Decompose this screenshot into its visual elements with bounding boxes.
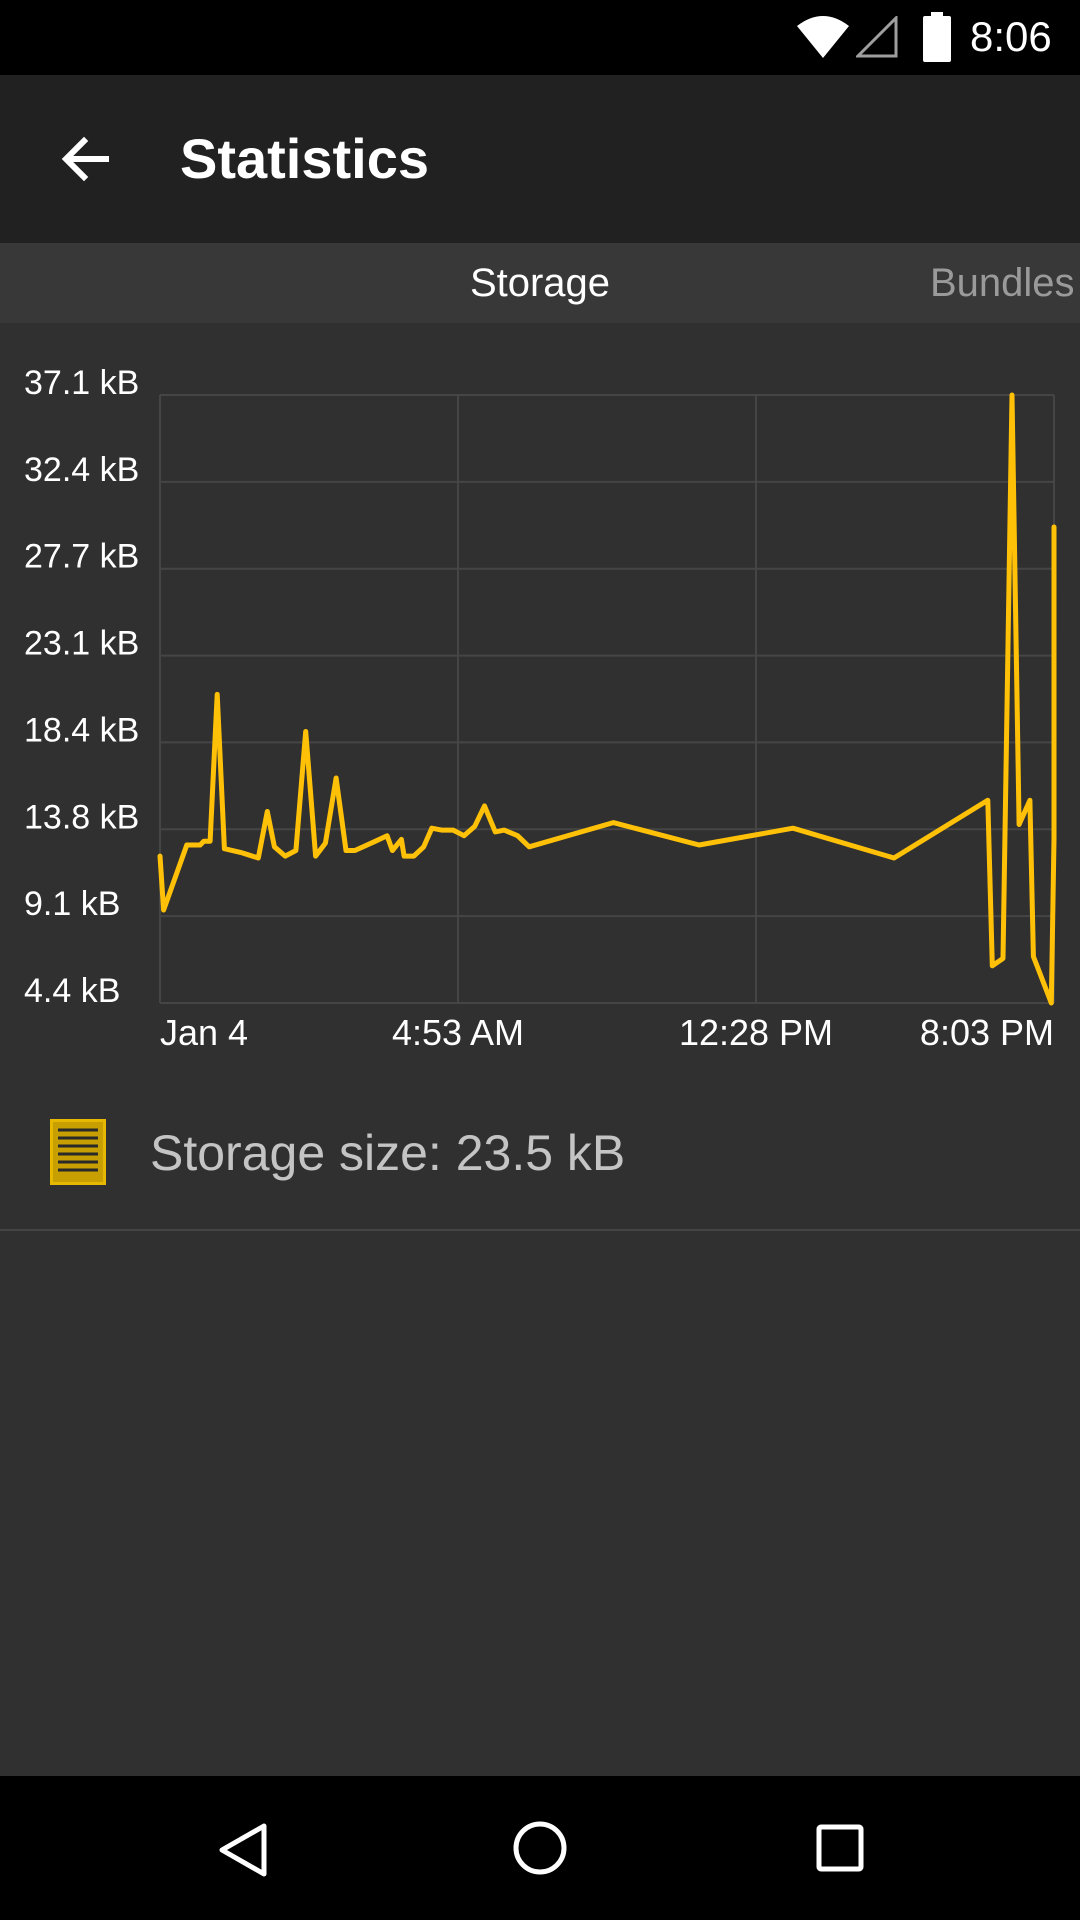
y-tick-label: 27.7 kB — [24, 538, 139, 576]
x-tick-label: Jan 4 — [160, 1012, 248, 1053]
nav-back-icon — [219, 1823, 267, 1877]
arrow-back-icon — [61, 136, 109, 182]
nav-home-button[interactable] — [490, 1798, 590, 1898]
page-title: Statistics — [180, 127, 429, 190]
series-line — [157, 392, 1057, 1006]
storage-size-row: Storage size: 23.5 kB — [0, 1100, 1080, 1230]
storage-size-label: Storage size: 23.5 kB — [150, 1125, 626, 1181]
y-tick-label: 23.1 kB — [24, 625, 139, 663]
nav-recents-button[interactable] — [790, 1798, 890, 1898]
y-tick-label: 9.1 kB — [24, 885, 120, 923]
wifi-icon — [795, 14, 851, 60]
status-time: 8:06 — [970, 13, 1052, 60]
y-tick-label: 37.1 kB — [24, 364, 139, 402]
tab-strip: Storage Bundles — [0, 243, 1080, 323]
storage-chart-svg: 37.1 kB 32.4 kB 27.7 kB 23.1 kB 18.4 kB 13.8 … — [24, 364, 1057, 1053]
status-bar: 8:06 — [0, 0, 1080, 75]
tab-storage[interactable]: Storage — [0, 243, 1080, 323]
app-bar: Statistics — [0, 75, 1080, 243]
y-tick-label: 32.4 kB — [24, 451, 139, 489]
x-tick-label: 12:28 PM — [679, 1012, 833, 1053]
storage-chart: 37.1 kB 32.4 kB 27.7 kB 23.1 kB 18.4 kB 13.8 … — [0, 323, 1080, 1083]
y-tick-label: 4.4 kB — [24, 972, 120, 1010]
nav-recents-icon — [816, 1824, 864, 1872]
back-button[interactable] — [44, 117, 128, 201]
cell-signal-icon — [854, 14, 898, 58]
tab-bundles[interactable]: Bundles — [930, 243, 1075, 323]
nav-home-icon — [513, 1821, 567, 1875]
storage-doc-icon — [50, 1119, 106, 1185]
nav-back-button[interactable] — [190, 1798, 290, 1898]
x-tick-label: 4:53 AM — [392, 1012, 524, 1053]
navigation-bar — [0, 1776, 1080, 1920]
divider — [0, 1229, 1080, 1231]
y-tick-label: 13.8 kB — [24, 798, 139, 836]
x-tick-label: 8:03 PM — [920, 1012, 1054, 1053]
statistics-screen: 8:06 Statistics Storage Bundles 37.1 kB 3… — [0, 0, 1080, 1920]
battery-icon — [922, 12, 952, 62]
y-tick-label: 18.4 kB — [24, 711, 139, 749]
